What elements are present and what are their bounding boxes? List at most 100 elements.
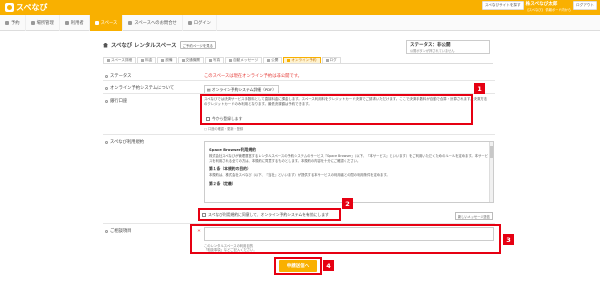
user-icon [64,21,69,25]
tab-label: 交通機関 [185,58,200,62]
scroll-thumb[interactable] [489,146,493,158]
top-right-area: スペなびサイトを探す 株スペなび太郎 【スペなび】 情報ボード内から ログアウト [481,1,597,12]
agree-checkbox[interactable] [202,213,206,217]
globe-icon [267,59,271,62]
label-text: スペなび利用規約 [110,140,145,145]
top-bar: スペなび スペなびサイトを探す 株スペなび太郎 【スペなび】 情報ボード内から … [0,0,600,15]
divider [103,80,495,81]
calendar-icon [5,21,9,25]
nav-item-users[interactable]: 利用者 [60,15,90,31]
terms-heading: 第１条（本規約の目的） [209,166,251,171]
user-sub-links[interactable]: 【スペなび】 情報ボード内から [526,7,571,12]
badge-4: 4 [323,260,334,271]
user-block: 株スペなび太郎 【スペなび】 情報ボード内から [526,1,571,12]
home-icon [103,42,108,48]
space-tabs: スペース詳細 料金 設備 交通機関 写真 自動メッセージ 公開 オンライン予約 … [103,57,493,64]
tab-pricing[interactable]: 料金 [137,57,157,63]
login-icon [187,21,192,25]
tab-label: ログ [329,58,337,62]
tab-label: 料金 [145,58,153,62]
list-icon [325,59,329,62]
tab-equipment[interactable]: 設備 [157,57,177,63]
label-text: 銀行口座 [110,99,128,104]
tab-label: 設備 [165,58,173,62]
nav-label: 場所管理 [36,21,54,26]
photo-icon [208,59,212,62]
terms-label: スペなび利用規約 [105,139,144,145]
status-value: このスペースは現在オンライン予約は非公開です。 [204,74,302,79]
circle-icon [105,229,108,233]
label-text: オンライン予約システムについて [110,86,175,91]
nav-item-spaces[interactable]: スペース [89,15,124,31]
tab-log[interactable]: ログ [321,57,341,63]
circle-icon [105,86,108,90]
search-site-button[interactable]: スペなびサイトを探す [481,1,524,10]
nav-item-inquiries[interactable]: スペースへのお問合せ [123,15,183,31]
mail-icon [229,59,233,62]
payment-register-row[interactable]: 今から登録します [206,116,242,122]
tab-details[interactable]: スペース詳細 [103,57,137,63]
logout-button[interactable]: ログアウト [573,1,597,10]
circle-icon [105,140,108,144]
equipment-icon [161,59,165,62]
yen-icon [141,59,145,62]
about-label: オンライン予約システムについて [105,85,174,91]
tab-label: 公開 [271,58,279,62]
terms-body: 本規約は、株式会社スペなび（以下、『当社』といいます）が提供する本サービスの利用… [209,173,390,177]
payment-checkbox-label: 今から登録します [212,116,243,121]
divider [103,134,495,135]
tab-label: 自動メッセージ [233,58,259,62]
tab-auto-message[interactable]: 自動メッセージ [225,57,263,63]
nav-label: スペース [100,21,118,26]
terms-scrollbar[interactable] [489,142,493,202]
publish-status-box: ステータス：非公開 公開ボタンが押されていません [406,40,490,54]
info-icon [107,59,110,62]
page-title-row: スペなび レンタルスペース ご予約ページを見る [103,41,216,49]
circle-icon [105,99,108,103]
label-text: ご相談項目 [110,229,132,234]
view-reservation-page-button[interactable]: ご予約ページを見る [179,41,216,49]
tab-online-reservation[interactable]: オンライン予約 [283,57,321,63]
badge-1: 1 [474,83,485,94]
edit-icon: ▢ [204,126,208,131]
terms-body: 株式会社スペなびが管理運営するレンタルスペースの予約システムのサービス『Spac… [209,154,488,163]
payment-label: 銀行口座 [105,98,127,104]
required-mark: ＊ [197,228,201,233]
nav-label: ログイン [193,21,211,26]
tab-photos[interactable]: 写真 [204,57,225,63]
nav-item-places[interactable]: 場所管理 [26,15,60,31]
home-icon [94,21,99,25]
inquiry-textarea[interactable] [204,227,494,241]
confirm-account-link[interactable]: ▢ 口座の確認・更新・登録 [204,126,243,132]
chat-icon [128,21,133,25]
nav-item-reservations[interactable]: 予約 [0,15,26,31]
nav-label: 予約 [11,21,20,26]
main-nav: 予約 場所管理 利用者 スペース スペースへのお問合せ ログイン [0,15,600,31]
badge-2: 2 [342,198,353,209]
logo-icon [5,3,14,12]
tab-transport[interactable]: 交通機関 [177,57,204,63]
payment-checkbox[interactable] [206,117,210,121]
badge-3: 3 [503,234,514,245]
label-text: ステータス [110,74,132,79]
tab-label: スペース詳細 [111,58,133,62]
new-message-button[interactable]: 新しいメッセージ送信 [455,212,493,220]
terms-heading: Space Browser利用規約 [209,147,256,152]
inquiry-label: ご相談項目 [105,228,131,234]
tab-label: オンライン予約 [291,58,317,62]
nav-label: 利用者 [70,21,84,26]
terms-heading: 第２条（定義） [209,180,236,186]
app-logo[interactable]: スペなび [5,2,47,13]
agree-checkbox-label: スペなび利用規約に同意して、オンライン予約システムを有効にします [208,212,329,217]
circle-icon [105,74,108,78]
submit-button[interactable]: 申請送信へ [279,260,317,272]
page-title: スペなび レンタルスペース [111,43,177,49]
tab-label: 写真 [212,58,221,62]
tab-publish[interactable]: 公開 [263,57,283,63]
nav-item-login[interactable]: ログイン [183,15,217,31]
status-subtext: 公開ボタンが押されていません [410,49,455,53]
agree-row[interactable]: スペなび利用規約に同意して、オンライン予約システムを有効にします [202,212,329,218]
terms-scroll-box[interactable]: Space Browser利用規約 株式会社スペなびが管理運営するレンタルスペー… [204,141,494,203]
train-icon [181,59,185,62]
pdf-link-text: オンライン予約システム詳細（PDF） [211,87,277,92]
